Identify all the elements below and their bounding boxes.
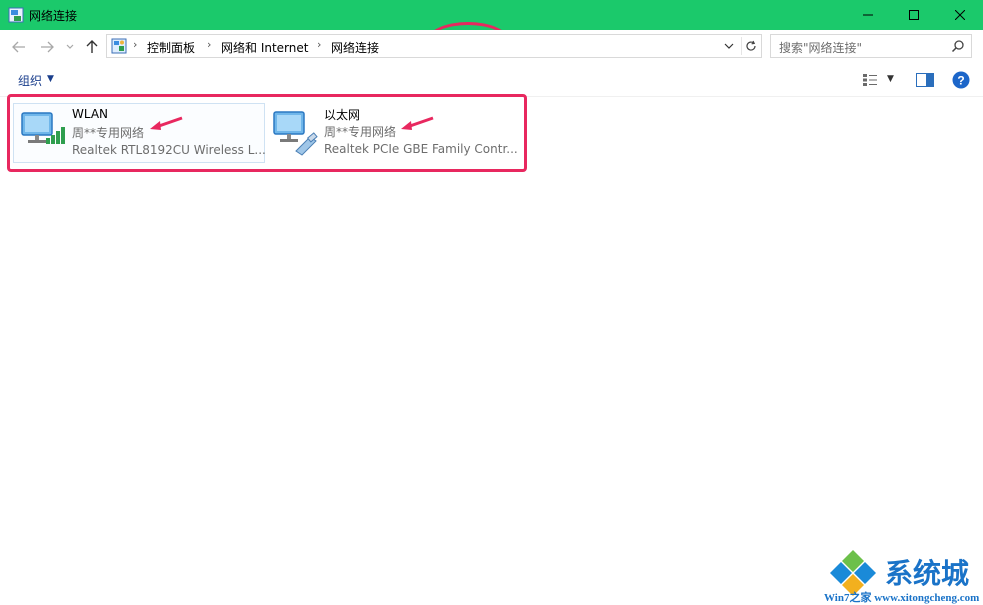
command-bar: 组织 ▼ ▼ ? — [0, 64, 983, 97]
minimize-button[interactable] — [845, 0, 891, 30]
maximize-button[interactable] — [891, 0, 937, 30]
breadcrumb-separator-icon[interactable]: › — [317, 38, 321, 51]
breadcrumb-network-connections[interactable]: 网络连接 — [331, 39, 379, 56]
watermark-url: Win7之家 www.xitongcheng.com — [824, 592, 980, 604]
window-title: 网络连接 — [29, 9, 78, 23]
content-area — [0, 97, 983, 605]
breadcrumb-separator-icon[interactable]: › — [207, 38, 211, 51]
chevron-down-icon — [724, 43, 734, 49]
annotation-arrow-icon — [150, 116, 183, 130]
chevron-down-icon — [66, 44, 74, 49]
organize-caret-icon[interactable]: ▼ — [47, 74, 54, 84]
help-icon[interactable]: ? — [952, 71, 970, 89]
change-view-icon[interactable] — [862, 73, 878, 87]
back-button[interactable] — [10, 38, 28, 56]
up-arrow-icon — [86, 40, 98, 53]
watermark-name: 系统城 — [885, 557, 970, 590]
preview-pane-icon[interactable] — [916, 73, 934, 87]
forward-button[interactable] — [38, 38, 56, 56]
network-connections-app-icon — [8, 7, 24, 23]
refresh-button[interactable] — [741, 37, 760, 55]
close-button[interactable] — [937, 0, 983, 30]
up-button[interactable] — [83, 38, 101, 56]
annotation-arrow-icon — [401, 116, 434, 130]
annotation-highlight-frame — [7, 94, 527, 172]
view-options-caret-icon[interactable]: ▼ — [887, 74, 894, 84]
minimize-icon — [863, 14, 873, 16]
breadcrumb-control-panel[interactable]: 控制面板 — [147, 39, 195, 56]
svg-text:?: ? — [957, 74, 964, 88]
forward-arrow-icon — [41, 41, 54, 53]
address-bar[interactable]: › 控制面板 › 网络和 Internet › 网络连接 — [106, 34, 762, 58]
back-arrow-icon — [12, 41, 25, 53]
recent-locations-button[interactable] — [64, 38, 76, 56]
address-history-dropdown[interactable] — [721, 38, 737, 54]
address-row: › 控制面板 › 网络和 Internet › 网络连接 搜索"网络连接" — [0, 30, 983, 64]
maximize-icon — [909, 10, 919, 20]
close-icon — [955, 10, 965, 20]
organize-menu[interactable]: 组织 — [18, 72, 42, 89]
search-input[interactable]: 搜索"网络连接" — [779, 39, 862, 56]
breadcrumb-separator-icon[interactable]: › — [133, 38, 137, 51]
search-box[interactable]: 搜索"网络连接" — [770, 34, 972, 58]
refresh-icon — [746, 40, 756, 51]
breadcrumb-network-internet[interactable]: 网络和 Internet — [221, 39, 308, 56]
control-panel-icon — [111, 38, 127, 54]
search-icon[interactable] — [951, 39, 965, 53]
